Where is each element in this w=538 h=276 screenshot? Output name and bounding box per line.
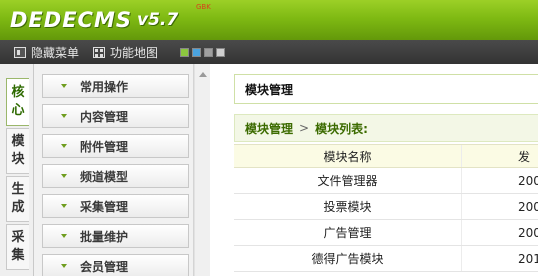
skin-swatch-gray[interactable] bbox=[204, 47, 214, 57]
tab-generate-label: 生成 bbox=[11, 182, 25, 215]
chevron-down-icon bbox=[61, 114, 67, 118]
table-row[interactable]: 投票模块 200 bbox=[234, 194, 538, 220]
breadcrumb-current: 模块列表: bbox=[315, 121, 368, 136]
column-header-publisher: 发 bbox=[518, 149, 531, 164]
menu-item-attachments[interactable]: 附件管理 bbox=[42, 134, 189, 158]
menu-item-label: 采集管理 bbox=[80, 199, 129, 214]
module-date-cell: 200 bbox=[518, 199, 538, 214]
skin-switcher bbox=[180, 47, 228, 57]
page-title-box: 模块管理 bbox=[234, 74, 538, 104]
menu-item-members[interactable]: 会员管理 bbox=[42, 254, 189, 276]
tab-core[interactable]: 核心 bbox=[6, 78, 29, 126]
skin-swatch-light[interactable] bbox=[216, 47, 226, 57]
menu-item-collection[interactable]: 采集管理 bbox=[42, 194, 189, 218]
sidebar-menu: 常用操作 内容管理 附件管理 频道模型 采集管理 批量维护 会员管理 bbox=[34, 64, 194, 276]
skin-swatch-blue[interactable] bbox=[192, 47, 202, 57]
category-tabs: 核心 模块 生成 采集 bbox=[0, 64, 34, 276]
breadcrumb-separator: > bbox=[299, 121, 310, 135]
app-header: DEDECMS v5.7 GBK bbox=[0, 0, 538, 40]
menu-item-common-ops[interactable]: 常用操作 bbox=[42, 74, 189, 98]
table-row[interactable]: 文件管理器 200 bbox=[234, 168, 538, 194]
top-toolbar: 隐藏菜单 功能地图 bbox=[0, 40, 538, 64]
column-header-module-name: 模块名称 bbox=[234, 145, 462, 167]
chevron-down-icon bbox=[61, 144, 67, 148]
menu-item-label: 批量维护 bbox=[80, 229, 129, 244]
tab-generate[interactable]: 生成 bbox=[6, 176, 29, 222]
chevron-down-icon bbox=[61, 204, 67, 208]
menu-item-batch[interactable]: 批量维护 bbox=[42, 224, 189, 248]
logo-wordmark: DEDECMS bbox=[10, 8, 132, 32]
logo-version: v5.7 bbox=[137, 10, 179, 30]
module-name-cell: 文件管理器 bbox=[234, 168, 462, 193]
site-map-button[interactable]: 功能地图 bbox=[93, 44, 158, 61]
module-name-cell: 广告管理 bbox=[234, 220, 462, 245]
site-map-icon bbox=[93, 46, 106, 58]
breadcrumb: 模块管理 > 模块列表: bbox=[234, 114, 538, 142]
module-date-cell: 200 bbox=[518, 225, 538, 240]
module-name-cell: 德得广告模块 bbox=[234, 246, 462, 271]
menu-scrollbar[interactable] bbox=[194, 64, 210, 276]
chevron-down-icon bbox=[61, 84, 67, 88]
menu-toggle-icon bbox=[14, 46, 26, 58]
menu-item-channel-models[interactable]: 频道模型 bbox=[42, 164, 189, 188]
main-panel: 模块管理 模块管理 > 模块列表: 模块名称 发 文件管理器 200 投票模块 … bbox=[210, 64, 538, 276]
table-row[interactable]: 广告管理 200 bbox=[234, 220, 538, 246]
chevron-down-icon bbox=[61, 264, 67, 268]
module-date-cell: 200 bbox=[518, 173, 538, 188]
page-title: 模块管理 bbox=[245, 82, 294, 97]
tab-modules[interactable]: 模块 bbox=[6, 128, 29, 174]
module-table: 模块名称 发 文件管理器 200 投票模块 200 广告管理 200 德得广告模… bbox=[234, 144, 538, 272]
table-row[interactable]: 德得广告模块 201 bbox=[234, 246, 538, 272]
tab-collect-label: 采集 bbox=[11, 230, 25, 263]
tab-core-label: 核心 bbox=[11, 85, 25, 118]
module-date-cell: 201 bbox=[518, 251, 538, 266]
tab-modules-label: 模块 bbox=[11, 134, 25, 167]
logo-version-tag: GBK bbox=[196, 3, 211, 11]
scroll-up-arrow-icon[interactable] bbox=[199, 72, 207, 77]
chevron-down-icon bbox=[61, 174, 67, 178]
skin-swatch-green[interactable] bbox=[180, 47, 190, 57]
table-header-row: 模块名称 发 bbox=[234, 144, 538, 168]
hide-menu-label: 隐藏菜单 bbox=[31, 45, 80, 60]
menu-item-label: 附件管理 bbox=[80, 139, 129, 154]
menu-item-label: 内容管理 bbox=[80, 109, 129, 124]
tab-collect[interactable]: 采集 bbox=[6, 224, 29, 270]
menu-item-label: 常用操作 bbox=[80, 79, 129, 94]
chevron-down-icon bbox=[61, 234, 67, 238]
breadcrumb-root-link[interactable]: 模块管理 bbox=[245, 120, 293, 137]
menu-item-label: 会员管理 bbox=[80, 259, 129, 274]
menu-item-label: 频道模型 bbox=[80, 169, 129, 184]
dedecms-logo: DEDECMS v5.7 bbox=[10, 6, 178, 34]
site-map-label: 功能地图 bbox=[110, 45, 159, 60]
menu-item-content[interactable]: 内容管理 bbox=[42, 104, 189, 128]
hide-menu-button[interactable]: 隐藏菜单 bbox=[14, 44, 79, 61]
module-name-cell: 投票模块 bbox=[234, 194, 462, 219]
